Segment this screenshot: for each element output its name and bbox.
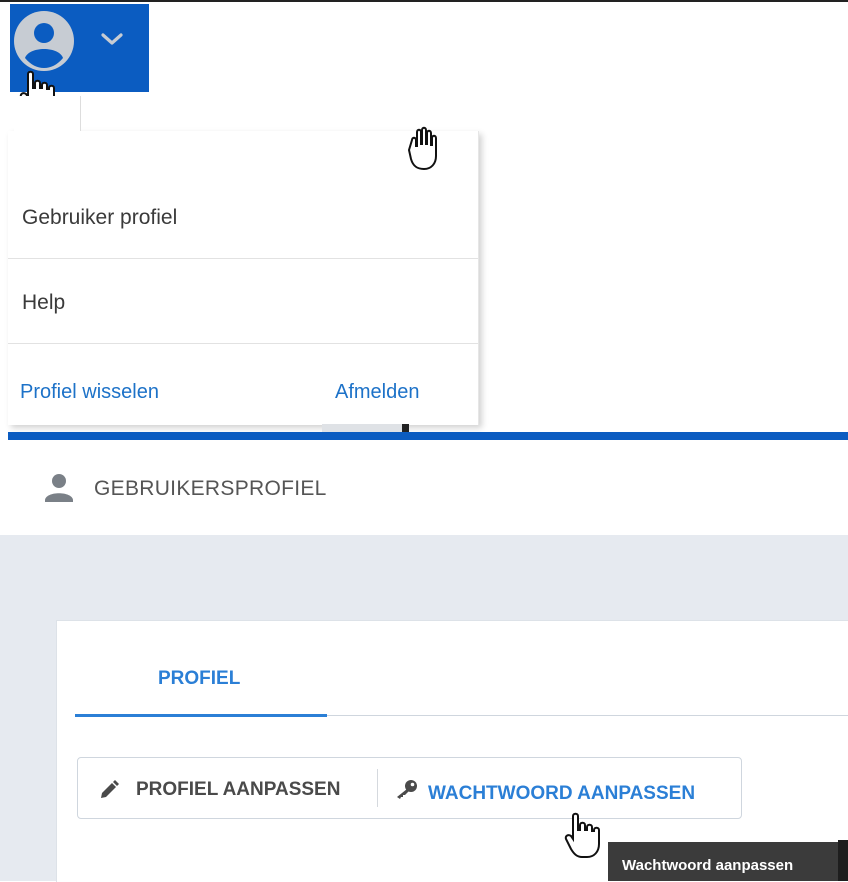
top-border bbox=[0, 0, 848, 2]
switch-profile-link[interactable]: Profiel wisselen bbox=[20, 381, 159, 404]
page-header: GEBRUIKERSPROFIEL bbox=[0, 440, 848, 535]
change-password-button[interactable]: WACHTWOORD AANPASSEN bbox=[378, 758, 741, 818]
change-password-label: WACHTWOORD AANPASSEN bbox=[428, 783, 696, 804]
edit-profile-button[interactable]: PROFIEL AANPASSEN bbox=[78, 758, 378, 818]
page-title: GEBRUIKERSPROFIEL bbox=[94, 477, 327, 500]
account-circle-icon bbox=[14, 11, 74, 71]
menu-item-help[interactable]: Help bbox=[8, 258, 478, 344]
logout-link[interactable]: Afmelden bbox=[335, 381, 420, 404]
chevron-down-icon bbox=[101, 33, 123, 45]
window-edge bbox=[838, 840, 848, 881]
menu-item-user-profile[interactable]: Gebruiker profiel bbox=[8, 173, 478, 259]
hand-cursor-icon bbox=[407, 126, 437, 171]
hand-cursor-icon bbox=[564, 812, 600, 858]
main-content: PROFIEL PROFIEL AANPASSEN WACHTWOORD AAN… bbox=[0, 535, 848, 882]
menu-item-label: Help bbox=[22, 291, 66, 314]
key-icon bbox=[397, 780, 417, 799]
tooltip: Wachtwoord aanpassen bbox=[608, 842, 838, 881]
top-nav-bar bbox=[8, 432, 848, 440]
menu-footer: Profiel wisselen Afmelden bbox=[8, 341, 478, 425]
profile-actions: PROFIEL AANPASSEN WACHTWOORD AANPASSEN bbox=[77, 757, 742, 819]
tab-label: PROFIEL bbox=[158, 668, 241, 689]
user-dropdown-menu: Gebruiker profiel Help Profiel wisselen … bbox=[8, 96, 479, 425]
menu-caret bbox=[14, 96, 81, 131]
tooltip-text: Wachtwoord aanpassen bbox=[622, 857, 794, 874]
edit-profile-label: PROFIEL AANPASSEN bbox=[136, 779, 341, 800]
menu-item-label: Gebruiker profiel bbox=[22, 206, 178, 229]
person-icon bbox=[45, 474, 73, 502]
pencil-icon bbox=[101, 780, 119, 798]
tab-profiel[interactable]: PROFIEL bbox=[75, 621, 327, 717]
